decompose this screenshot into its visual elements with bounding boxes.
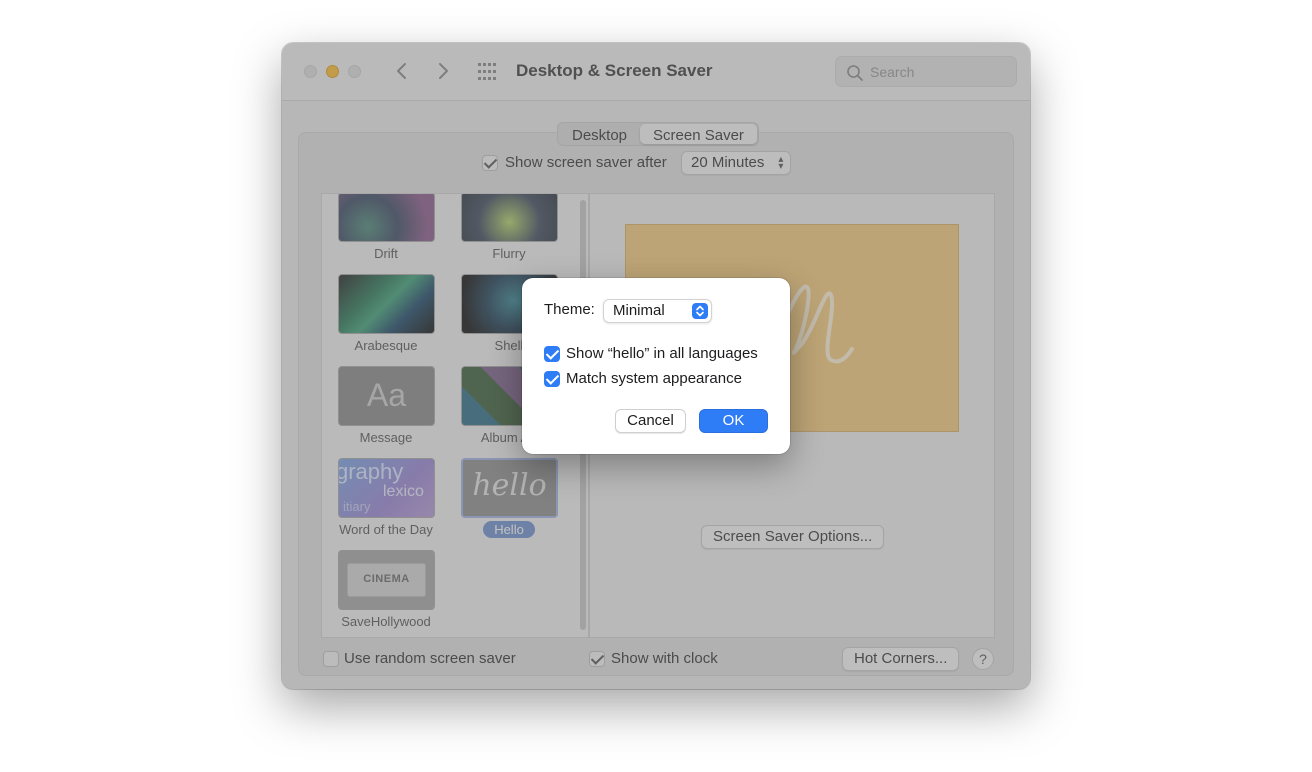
match-system-appearance-checkbox[interactable]: [544, 371, 560, 387]
theme-label: Theme:: [544, 301, 595, 318]
cancel-button[interactable]: Cancel: [615, 409, 686, 433]
theme-popup[interactable]: Minimal: [603, 299, 712, 323]
show-hello-all-languages-checkbox[interactable]: [544, 346, 560, 362]
theme-value: Minimal: [613, 302, 665, 319]
ok-button[interactable]: OK: [699, 409, 768, 433]
hello-options-sheet: Theme: Minimal Show “hello” in all langu…: [522, 278, 790, 454]
show-hello-all-languages-label: Show “hello” in all languages: [566, 345, 758, 362]
match-system-appearance-label: Match system appearance: [566, 370, 742, 387]
theme-stepper-icon: [692, 303, 708, 319]
